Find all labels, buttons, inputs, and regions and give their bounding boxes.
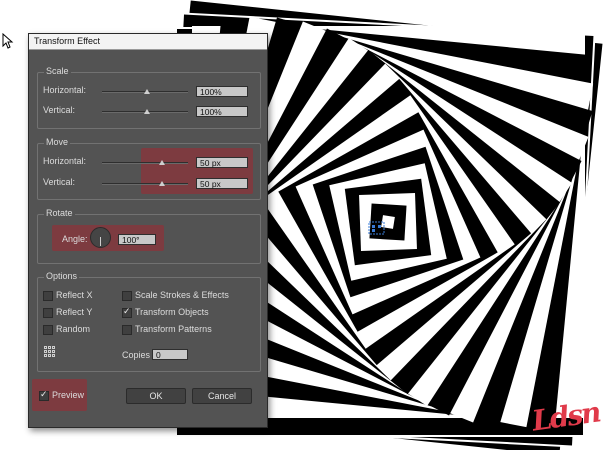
move-horizontal-slider[interactable] bbox=[102, 162, 188, 164]
transform-patterns-label: Transform Patterns bbox=[135, 324, 212, 334]
rotate-angle-label: Angle: bbox=[62, 234, 88, 244]
scale-group: Scale Horizontal: 100% Vertical: 100% bbox=[37, 66, 261, 129]
angle-dial[interactable] bbox=[90, 227, 111, 248]
scale-horizontal-input[interactable]: 100% bbox=[196, 86, 248, 97]
reflect-y-label: Reflect Y bbox=[56, 307, 93, 317]
move-group-label: Move bbox=[44, 137, 71, 147]
stripe-center bbox=[381, 215, 395, 229]
dialog-title: Transform Effect bbox=[29, 34, 267, 50]
move-vertical-slider[interactable] bbox=[102, 183, 188, 185]
preview-label: Preview bbox=[52, 390, 85, 400]
move-vertical-input[interactable]: 50 px bbox=[196, 178, 248, 189]
scale-vertical-label: Vertical: bbox=[43, 105, 76, 115]
reflect-x-checkbox[interactable] bbox=[43, 291, 53, 301]
move-vertical-thumb[interactable] bbox=[159, 181, 165, 186]
transform-objects-label: Transform Objects bbox=[135, 307, 209, 317]
random-label: Random bbox=[56, 324, 91, 334]
copies-label: Copies bbox=[122, 350, 151, 360]
transform-objects-checkbox[interactable] bbox=[122, 306, 132, 318]
transform-patterns-checkbox[interactable] bbox=[122, 325, 132, 335]
transform-effect-dialog: Transform Effect Scale Horizontal: 100% … bbox=[28, 33, 268, 428]
ok-button[interactable]: OK bbox=[126, 388, 186, 404]
copies-input[interactable]: 0 bbox=[152, 349, 188, 360]
options-group-label: Options bbox=[44, 271, 80, 281]
scale-horizontal-thumb[interactable] bbox=[144, 89, 150, 94]
scale-vertical-input[interactable]: 100% bbox=[196, 106, 248, 117]
reflect-y-checkbox[interactable] bbox=[43, 308, 53, 318]
rotate-angle-input[interactable]: 100° bbox=[118, 234, 156, 245]
move-horizontal-label: Horizontal: bbox=[43, 156, 87, 166]
move-group: Move Horizontal: 50 px Vertical: 50 px bbox=[37, 137, 261, 200]
move-horizontal-input[interactable]: 50 px bbox=[196, 157, 248, 168]
move-horizontal-thumb[interactable] bbox=[159, 160, 165, 165]
random-checkbox[interactable] bbox=[43, 325, 53, 335]
cancel-button[interactable]: Cancel bbox=[192, 388, 252, 404]
scale-horizontal-label: Horizontal: bbox=[43, 85, 87, 95]
mouse-cursor-icon bbox=[2, 33, 14, 49]
rotate-group-label: Rotate bbox=[44, 208, 75, 218]
scale-group-label: Scale bbox=[44, 66, 71, 76]
move-vertical-label: Vertical: bbox=[43, 177, 76, 187]
rotate-group: Rotate Angle: 100° bbox=[37, 208, 261, 264]
reflect-x-label: Reflect X bbox=[56, 290, 93, 300]
reference-point-icon[interactable] bbox=[44, 346, 55, 357]
options-group: Options Reflect X Reflect Y Random Scale… bbox=[37, 271, 261, 372]
scale-vertical-thumb[interactable] bbox=[144, 109, 150, 114]
scale-strokes-label: Scale Strokes & Effects bbox=[135, 290, 229, 300]
preview-checkbox[interactable] bbox=[39, 389, 49, 401]
scale-strokes-checkbox[interactable] bbox=[122, 291, 132, 301]
